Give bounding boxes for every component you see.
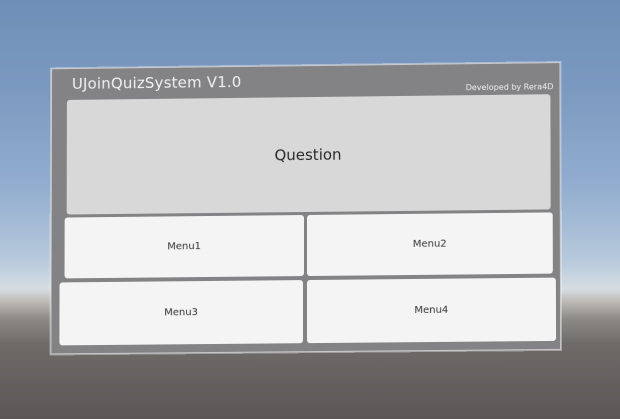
question-display: Question <box>66 94 551 215</box>
quiz-panel-wrapper: UJoinQuizSystem V1.0 Developed by Rera4D… <box>50 62 562 355</box>
developer-credit: Developed by Rera4D <box>465 82 554 93</box>
menu-2-button[interactable]: Menu2 <box>307 212 553 277</box>
menu-3-button[interactable]: Menu3 <box>59 280 303 346</box>
menu-1-label: Menu1 <box>167 241 202 253</box>
quiz-panel: UJoinQuizSystem V1.0 Developed by Rera4D… <box>50 62 562 355</box>
menu-3-label: Menu3 <box>164 307 198 319</box>
menu-4-label: Menu4 <box>414 304 449 317</box>
menu-4-button[interactable]: Menu4 <box>307 277 557 344</box>
menu-2-label: Menu2 <box>412 238 447 250</box>
panel-title: UJoinQuizSystem V1.0 <box>71 72 242 93</box>
menu-1-button[interactable]: Menu1 <box>64 215 305 279</box>
question-text: Question <box>274 145 342 164</box>
